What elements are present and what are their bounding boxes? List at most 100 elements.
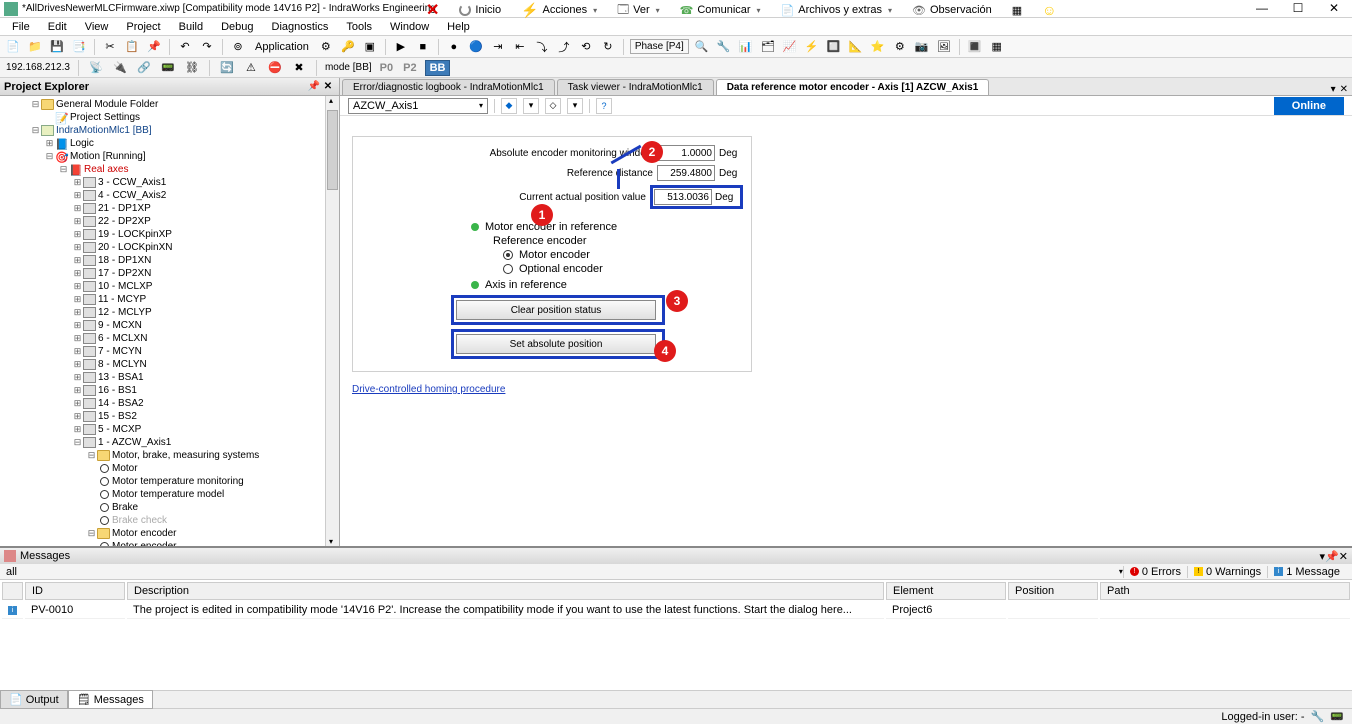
tb-g8-icon[interactable]: 📐 (847, 38, 865, 56)
set-absolute-button[interactable]: Set absolute position (456, 334, 656, 354)
tb-step2-icon[interactable]: ⇤ (511, 38, 529, 56)
tree-axis-item[interactable]: 22 - DP2XP (98, 216, 151, 227)
ip-b3-icon[interactable]: 🔗 (135, 59, 153, 77)
minimize-button[interactable]: — (1244, 0, 1280, 16)
comunicar-button[interactable]: ☎Comunicar▾ (674, 2, 767, 19)
ip-b4-icon[interactable]: 📟 (159, 59, 177, 77)
tree-axis-item[interactable]: 7 - MCYN (98, 346, 142, 357)
tab-messages[interactable]: 🗒Messages (68, 690, 153, 709)
homing-procedure-link[interactable]: Drive-controlled homing procedure (352, 384, 1340, 395)
tb-g13-icon[interactable]: 🔳 (966, 38, 984, 56)
tree-axis-item[interactable]: 3 - CCW_Axis1 (98, 177, 166, 188)
tree-scrollbar[interactable] (325, 96, 339, 546)
tree-axis-item[interactable]: 21 - DP1XP (98, 203, 151, 214)
tab-data-reference[interactable]: Data reference motor encoder - Axis [1] … (716, 79, 990, 95)
tb-g10-icon[interactable]: ⚙ (891, 38, 909, 56)
tb-saveaall-icon[interactable]: 📑 (70, 38, 88, 56)
tree-axis-item[interactable]: 10 - MCLXP (98, 281, 152, 292)
col-position[interactable]: Position (1008, 582, 1098, 600)
tb-g14-icon[interactable]: ▦ (988, 38, 1006, 56)
ip-err-icon[interactable]: ⛔ (266, 59, 284, 77)
tree-axis-item[interactable]: 12 - MCLYP (98, 307, 152, 318)
ip-b5-icon[interactable]: ⛓ (183, 59, 201, 77)
tree-axis-item[interactable]: 8 - MCLYN (98, 359, 147, 370)
menu-debug[interactable]: Debug (213, 19, 261, 35)
ver-button[interactable]: 🗔Ver▾ (611, 0, 665, 22)
ip-warn-icon[interactable]: ⚠ (242, 59, 260, 77)
tb-play-icon[interactable]: ▶ (392, 38, 410, 56)
col-desc[interactable]: Description (127, 582, 884, 600)
menu-diagnostics[interactable]: Diagnostics (264, 19, 337, 35)
close-overlay-button[interactable]: ✕ (420, 0, 445, 22)
inicio-button[interactable]: Inicio (453, 2, 507, 18)
radio-optional-encoder[interactable] (503, 264, 513, 274)
tab-task-viewer[interactable]: Task viewer - IndraMotionMlc1 (557, 79, 714, 95)
smile-button[interactable]: ☺ (1036, 0, 1062, 20)
nav-back-more[interactable]: ▾ (523, 98, 539, 114)
tb-g3-icon[interactable]: 📊 (737, 38, 755, 56)
tree-axis-item[interactable]: 5 - MCXP (98, 424, 141, 435)
current-pos-input[interactable] (654, 189, 712, 205)
tb-login-icon[interactable]: 🔑 (339, 38, 357, 56)
nav-fwd-more[interactable]: ▾ (567, 98, 583, 114)
phase-p2[interactable]: P2 (401, 62, 418, 74)
filter-warnings[interactable]: !0 Warnings (1187, 566, 1267, 578)
maximize-button[interactable]: ☐ (1280, 0, 1316, 16)
tab-error-log[interactable]: Error/diagnostic logbook - IndraMotionMl… (342, 79, 555, 95)
tb-g7-icon[interactable]: 🔲 (825, 38, 843, 56)
tab-output[interactable]: 📄Output (0, 690, 68, 709)
ref-distance-input[interactable] (657, 165, 715, 181)
tb-cut-icon[interactable]: ✂ (101, 38, 119, 56)
menu-tools[interactable]: Tools (338, 19, 380, 35)
tb-undo-icon[interactable]: ↶ (176, 38, 194, 56)
filter-all[interactable]: all (6, 566, 17, 578)
col-id[interactable]: ID (25, 582, 125, 600)
menu-project[interactable]: Project (118, 19, 168, 35)
tb-redo-icon[interactable]: ↷ (198, 38, 216, 56)
ip-b6-icon[interactable]: 🔄 (218, 59, 236, 77)
tree-axis-item[interactable]: 4 - CCW_Axis2 (98, 190, 166, 201)
col-element[interactable]: Element (886, 582, 1006, 600)
message-row[interactable]: i PV-0010 The project is edited in compa… (2, 602, 1350, 619)
tb-step1-icon[interactable]: ⇥ (489, 38, 507, 56)
tb-step4-icon[interactable]: ⤴ (555, 38, 573, 56)
scrollbar-thumb[interactable] (327, 110, 338, 190)
archivos-button[interactable]: 📄Archivos y extras▾ (775, 2, 898, 19)
tb-copy-icon[interactable]: 📋 (123, 38, 141, 56)
observacion-button[interactable]: 👁Observación (906, 2, 998, 19)
menu-view[interactable]: View (77, 19, 117, 35)
tb-g2-icon[interactable]: 🔧 (715, 38, 733, 56)
tree-axis-item[interactable]: 1 - AZCW_Axis1 (98, 437, 171, 448)
tb-stop-icon[interactable]: ■ (414, 38, 432, 56)
tb-dl-icon[interactable]: ▣ (361, 38, 379, 56)
tb-g6-icon[interactable]: ⚡ (803, 38, 821, 56)
tb-build-icon[interactable]: ⚙ (317, 38, 335, 56)
project-tree[interactable]: ⊟General Module Folder 📝Project Settings… (0, 96, 325, 546)
tree-axis-item[interactable]: 11 - MCYP (98, 294, 146, 305)
tree-axis-item[interactable]: 16 - BS1 (98, 385, 137, 396)
tb-new-icon[interactable]: 📄 (4, 38, 22, 56)
tb-g5-icon[interactable]: 📈 (781, 38, 799, 56)
tree-axis-item[interactable]: 13 - BSA1 (98, 372, 144, 383)
tb-step3-icon[interactable]: ⤵ (533, 38, 551, 56)
ip-b1-icon[interactable]: 📡 (87, 59, 105, 77)
tree-axis-item[interactable]: 6 - MCLXN (98, 333, 147, 344)
status-icon-1[interactable]: 🔧 (1311, 710, 1325, 723)
phase-p0[interactable]: P0 (378, 62, 395, 74)
tb-g12-icon[interactable]: 🖼 (935, 38, 953, 56)
tb-save-icon[interactable]: 💾 (48, 38, 66, 56)
tb-step5-icon[interactable]: ⟲ (577, 38, 595, 56)
ip-clear-icon[interactable]: ✖ (290, 59, 308, 77)
explorer-close-icon[interactable]: ✕ (321, 81, 335, 92)
tab-close-icon[interactable]: ✕ (1340, 84, 1348, 95)
col-icon[interactable] (2, 582, 23, 600)
phase-bb[interactable]: BB (425, 60, 451, 76)
menu-edit[interactable]: Edit (40, 19, 75, 35)
tree-axis-item[interactable]: 20 - LOCKpinXN (98, 242, 172, 253)
col-path[interactable]: Path (1100, 582, 1350, 600)
filter-errors[interactable]: !0 Errors (1123, 566, 1187, 578)
tree-axis-item[interactable]: 9 - MCXN (98, 320, 142, 331)
tb-g1-icon[interactable]: 🔍 (693, 38, 711, 56)
menu-file[interactable]: File (4, 19, 38, 35)
tree-axis-item[interactable]: 19 - LOCKpinXP (98, 229, 172, 240)
